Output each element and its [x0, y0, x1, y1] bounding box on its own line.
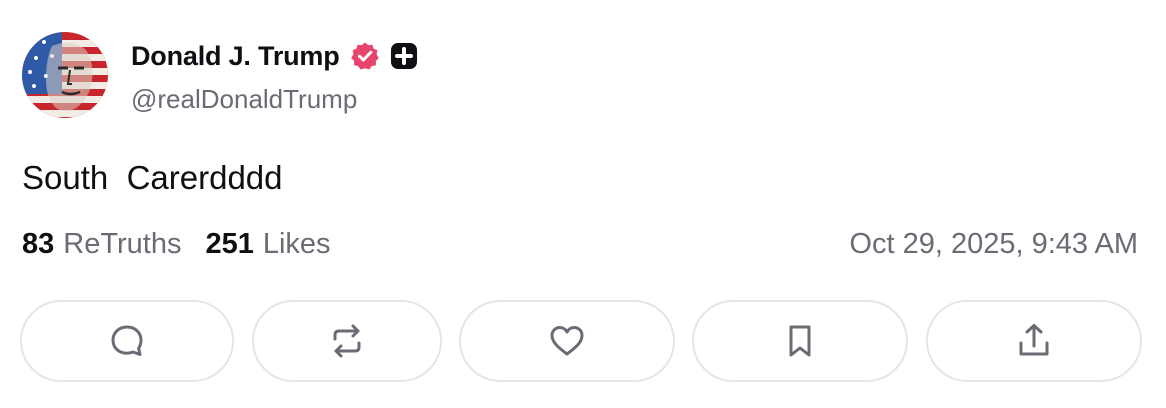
- truth-post: Donald J. Trump @realDonaldTrump South C…: [0, 0, 1166, 408]
- reply-button[interactable]: [20, 300, 234, 382]
- avatar[interactable]: [22, 32, 108, 118]
- author-handle[interactable]: @realDonaldTrump: [131, 84, 357, 115]
- share-icon: [1019, 324, 1049, 356]
- bookmark-button[interactable]: [692, 300, 908, 382]
- post-text: South Carerdddd: [22, 159, 283, 196]
- like-button[interactable]: [459, 300, 675, 382]
- verified-badge-icon: [350, 41, 380, 71]
- post-stats: 83 ReTruths 251 Likes: [22, 228, 331, 261]
- share-button[interactable]: [926, 300, 1142, 382]
- retruths-label[interactable]: ReTruths: [63, 228, 181, 261]
- retruth-button[interactable]: [252, 300, 442, 382]
- author-name-row: Donald J. Trump: [131, 37, 418, 75]
- likes-label[interactable]: Likes: [263, 228, 331, 261]
- action-bar: [0, 300, 1166, 386]
- retruths-count[interactable]: 83: [22, 228, 54, 261]
- likes-count[interactable]: 251: [205, 228, 253, 261]
- author-display-name[interactable]: Donald J. Trump: [131, 41, 340, 72]
- post-timestamp: Oct 29, 2025, 9:43 AM: [849, 228, 1138, 260]
- plus-badge-icon: [390, 42, 418, 70]
- repost-icon: [333, 324, 361, 358]
- bookmark-icon: [789, 325, 811, 357]
- heart-icon: [550, 326, 584, 356]
- avatar-image: [22, 32, 108, 118]
- comment-icon: [111, 325, 143, 356]
